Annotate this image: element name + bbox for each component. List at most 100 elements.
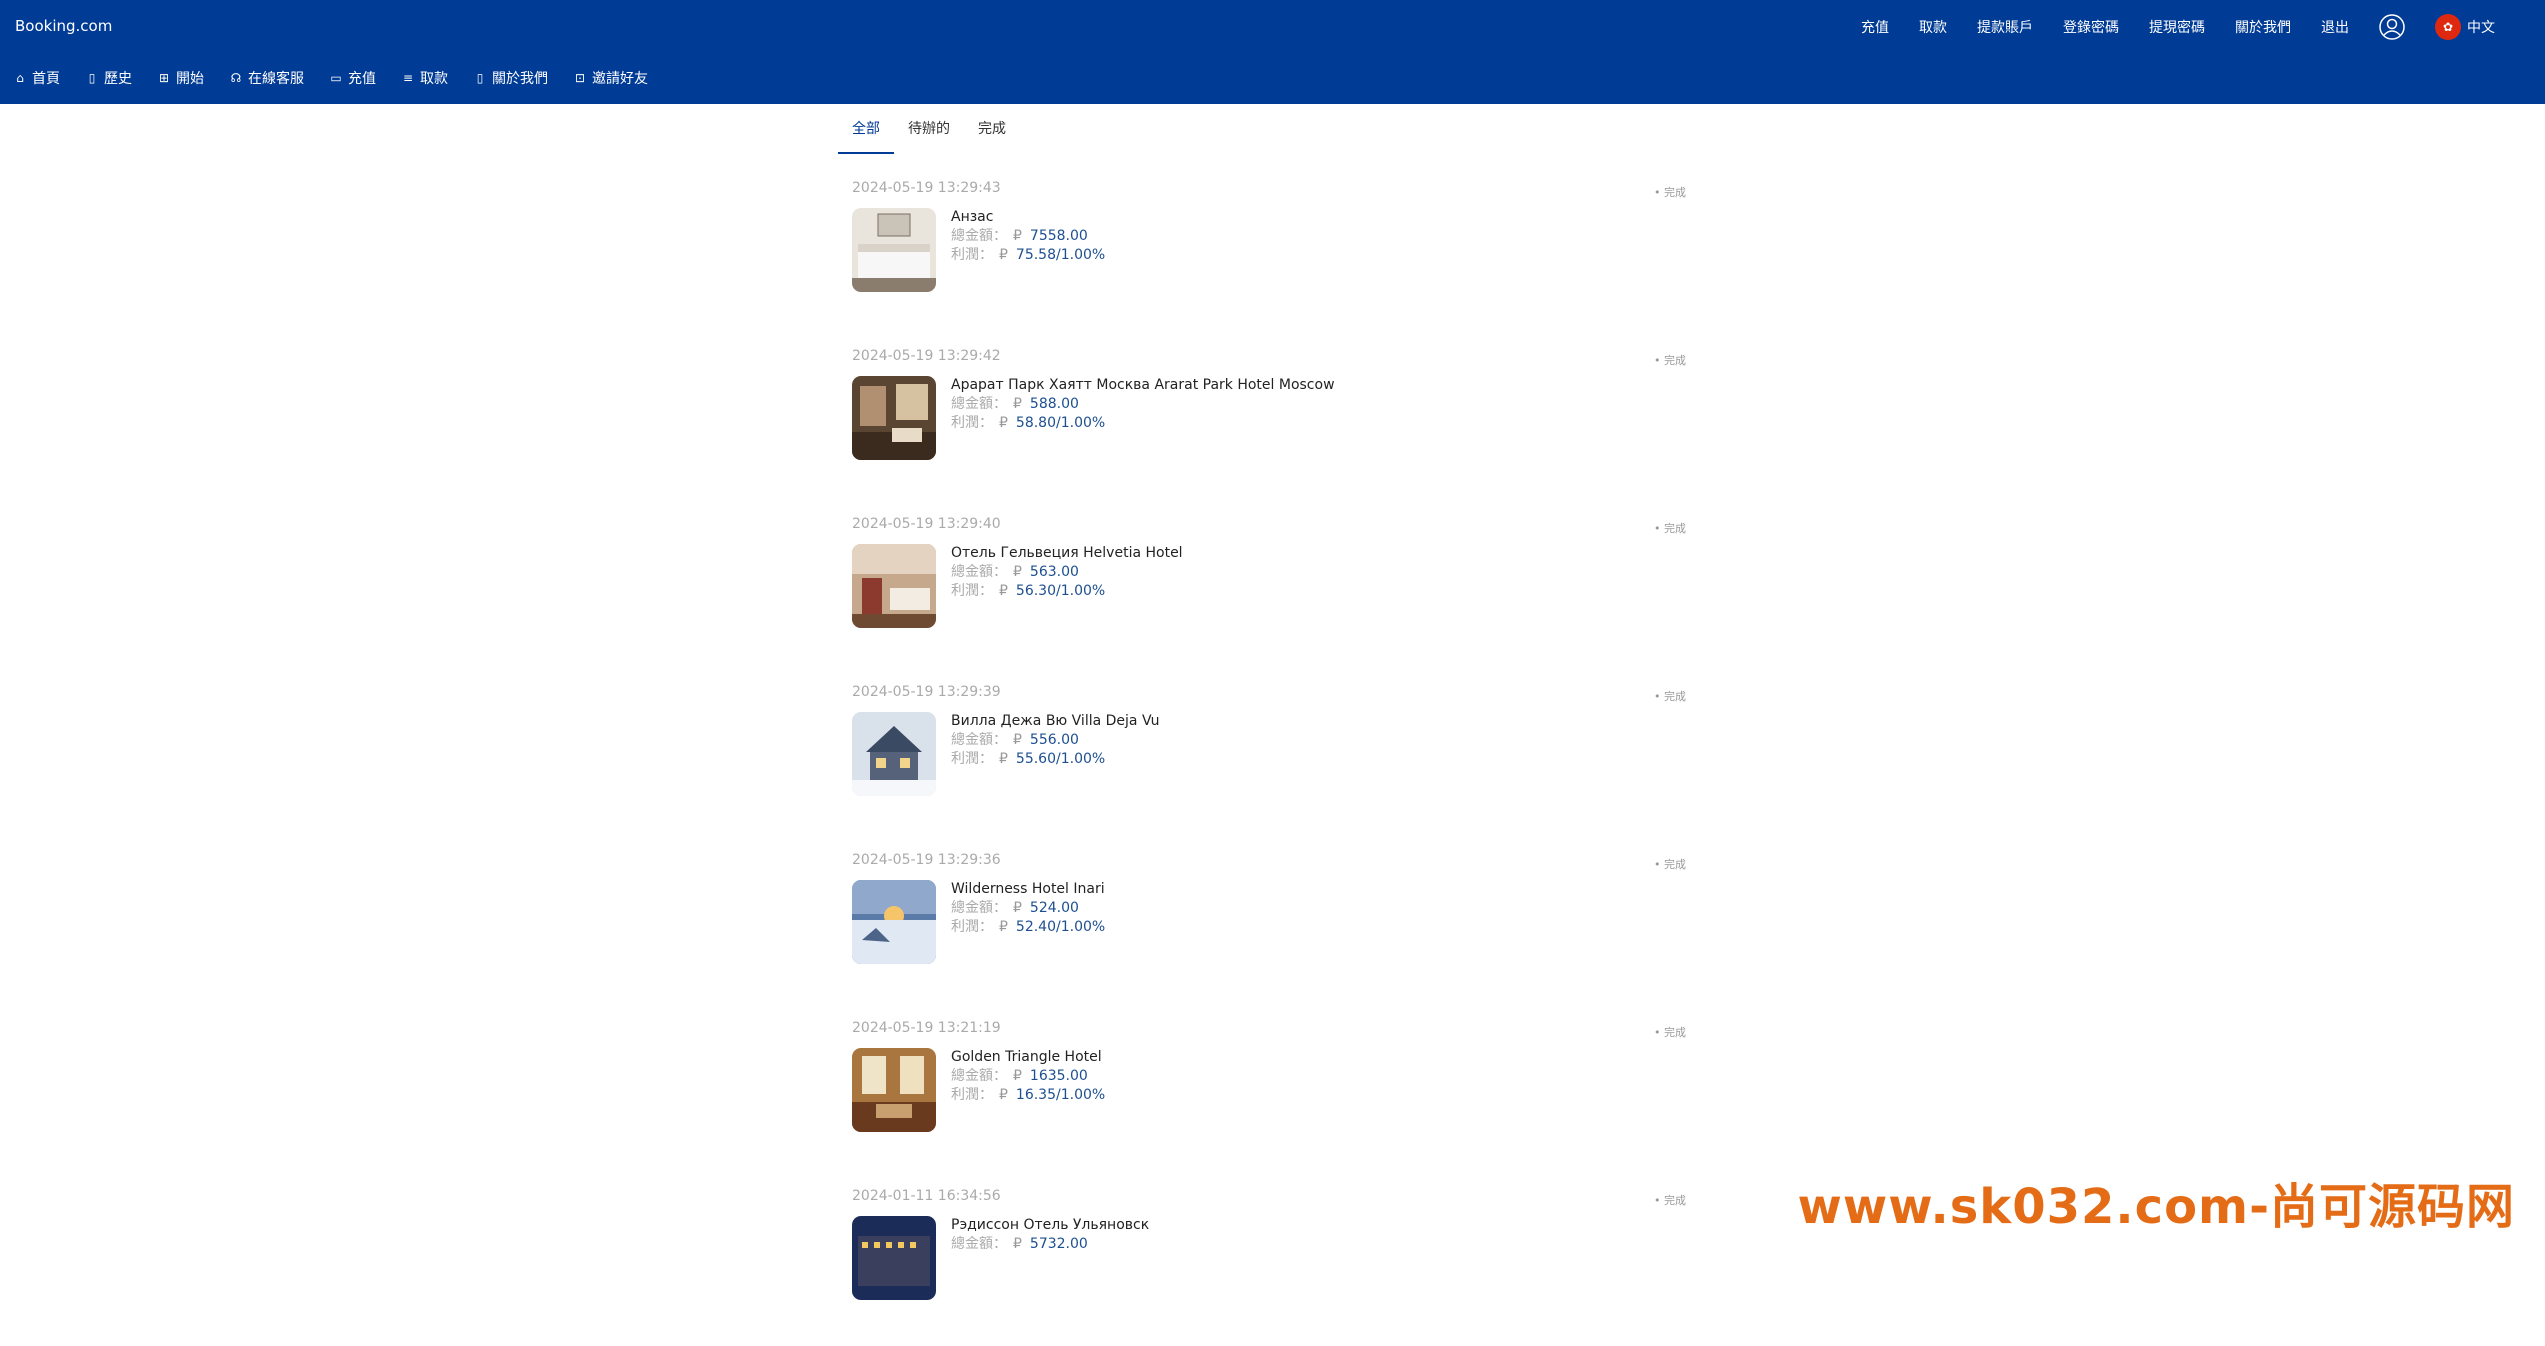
- user-icon[interactable]: [2379, 14, 2405, 40]
- hotel-thumbnail: [852, 712, 936, 796]
- total-value: 563.00: [1029, 564, 1079, 580]
- top-menu-logout[interactable]: 退出: [2321, 17, 2349, 37]
- tab-pending[interactable]: 待辦的: [894, 104, 964, 152]
- order-status: • 完成: [1654, 858, 1686, 871]
- total-value: 588.00: [1029, 396, 1079, 412]
- nav-start[interactable]: ⊞ 開始: [158, 68, 204, 88]
- nav-invite[interactable]: ⊡ 邀請好友: [574, 68, 648, 88]
- gift-icon: ⊡: [574, 71, 586, 85]
- order-tabs: 全部 待辦的 完成: [838, 104, 1688, 154]
- total-amount-row: 總金額： ₽5732.00: [951, 1235, 1149, 1254]
- profit-row: 利潤： ₽16.35/1.00%: [951, 1086, 1105, 1105]
- language-label: 中文: [2467, 20, 2495, 36]
- currency-symbol: ₽: [999, 919, 1008, 935]
- total-value: 5732.00: [1029, 1236, 1088, 1252]
- profit-value: 16.35/1.00%: [1015, 1087, 1106, 1103]
- headset-icon: ☊: [230, 71, 242, 85]
- profit-row: 利潤： ₽75.58/1.00%: [951, 246, 1105, 265]
- total-amount-row: 總金額： ₽7558.00: [951, 227, 1105, 246]
- info-doc-icon: ▯: [476, 71, 484, 85]
- currency-symbol: ₽: [1013, 1236, 1022, 1252]
- nav-withdraw[interactable]: ≡ 取款: [402, 68, 448, 88]
- order-status: • 完成: [1654, 1026, 1686, 1039]
- hotel-thumbnail: [852, 376, 936, 460]
- total-amount-row: 總金額： ₽588.00: [951, 395, 1335, 414]
- currency-symbol: ₽: [999, 583, 1008, 599]
- profit-label: 利潤：: [951, 583, 993, 599]
- hotel-thumbnail: [852, 1216, 936, 1300]
- total-label: 總金額：: [951, 228, 1007, 244]
- total-label: 總金額：: [951, 396, 1007, 412]
- total-label: 總金額：: [951, 1068, 1007, 1084]
- hotel-thumbnail: [852, 880, 936, 964]
- tab-all[interactable]: 全部: [838, 104, 894, 154]
- total-value: 524.00: [1029, 900, 1079, 916]
- order-time: 2024-01-11 16:34:56: [852, 1188, 1001, 1204]
- top-header: Booking.com 充值 取款 提款賬戶 登錄密碼 提現密碼 關於我們 退出…: [0, 0, 2545, 104]
- order-item[interactable]: 2024-01-11 16:34:56 • 完成 Рэдиссон Отель …: [852, 1178, 1686, 1346]
- total-label: 總金額：: [951, 1236, 1007, 1252]
- order-item[interactable]: 2024-05-19 13:29:39 • 完成 Вилла Дежа Вю V…: [852, 674, 1686, 842]
- profit-row: 利潤： ₽52.40/1.00%: [951, 918, 1105, 937]
- order-item[interactable]: 2024-05-19 13:29:40 • 完成 Отель Гельвеция…: [852, 506, 1686, 674]
- currency-symbol: ₽: [1013, 396, 1022, 412]
- top-menu-about[interactable]: 關於我們: [2235, 17, 2291, 37]
- order-item[interactable]: 2024-05-19 13:21:19 • 完成 Golden Triangle…: [852, 1010, 1686, 1178]
- order-time: 2024-05-19 13:29:40: [852, 516, 1001, 532]
- order-status: • 完成: [1654, 690, 1686, 703]
- nav-support[interactable]: ☊ 在線客服: [230, 68, 304, 88]
- order-time: 2024-05-19 13:29:43: [852, 180, 1001, 196]
- currency-symbol: ₽: [1013, 900, 1022, 916]
- order-time: 2024-05-19 13:29:39: [852, 684, 1001, 700]
- nav-about[interactable]: ▯ 關於我們: [474, 68, 548, 88]
- order-time: 2024-05-19 13:21:19: [852, 1020, 1001, 1036]
- order-info: Рэдиссон Отель Ульяновск 總金額： ₽5732.00: [951, 1216, 1149, 1254]
- hongkong-flag-icon: ✿: [2435, 14, 2461, 40]
- profit-value: 75.58/1.00%: [1015, 247, 1106, 263]
- profit-label: 利潤：: [951, 1087, 993, 1103]
- hotel-thumbnail: [852, 544, 936, 628]
- document-icon: ▯: [88, 71, 96, 85]
- order-item[interactable]: 2024-05-19 13:29:36 • 完成 Wilderness Hote…: [852, 842, 1686, 1010]
- brand-logo[interactable]: Booking.com: [15, 17, 112, 35]
- currency-symbol: ₽: [999, 751, 1008, 767]
- profit-row: 利潤： ₽56.30/1.00%: [951, 582, 1183, 601]
- top-menu-withdraw-password[interactable]: 提現密碼: [2149, 17, 2205, 37]
- currency-symbol: ₽: [1013, 732, 1022, 748]
- sub-navigation: ⌂ 首頁 ▯ 歷史 ⊞ 開始 ☊ 在線客服 ▭ 充值 ≡ 取款 ▯ 關於我們 ⊡ 邀請好友: [14, 68, 648, 88]
- profit-row: 利潤： ₽55.60/1.00%: [951, 750, 1159, 769]
- hotel-name: Вилла Дежа Вю Villa Deja Vu: [951, 713, 1160, 729]
- hotel-name: Рэдиссон Отель Ульяновск: [951, 1217, 1150, 1233]
- database-icon: ≡: [402, 71, 414, 85]
- order-info: Вилла Дежа Вю Villa Deja Vu 總金額： ₽556.00 …: [951, 712, 1159, 769]
- total-label: 總金額：: [951, 732, 1007, 748]
- total-label: 總金額：: [951, 900, 1007, 916]
- hotel-name: Wilderness Hotel Inari: [951, 881, 1105, 897]
- nav-history[interactable]: ▯ 歷史: [86, 68, 132, 88]
- order-info: Арарат Парк Хаятт Москва Ararat Park Hot…: [951, 376, 1335, 433]
- profit-value: 52.40/1.00%: [1015, 919, 1106, 935]
- watermark: www.sk032.com-尚可源码网: [1797, 1179, 2515, 1235]
- profit-value: 58.80/1.00%: [1015, 415, 1106, 431]
- language-selector[interactable]: ✿ 中文: [2435, 14, 2495, 40]
- top-menu: 充值 取款 提款賬戶 登錄密碼 提現密碼 關於我們 退出 ✿ 中文: [1861, 14, 2495, 40]
- hotel-name: Анзас: [951, 209, 994, 225]
- currency-symbol: ₽: [1013, 564, 1022, 580]
- top-menu-login-password[interactable]: 登錄密碼: [2063, 17, 2119, 37]
- hotel-thumbnail: [852, 208, 936, 292]
- order-status: • 完成: [1654, 186, 1686, 199]
- total-value: 556.00: [1029, 732, 1079, 748]
- order-status: • 完成: [1654, 1194, 1686, 1207]
- order-time: 2024-05-19 13:29:42: [852, 348, 1001, 364]
- tab-completed[interactable]: 完成: [964, 104, 1020, 152]
- nav-home[interactable]: ⌂ 首頁: [14, 68, 60, 88]
- top-menu-withdraw[interactable]: 取款: [1919, 17, 1947, 37]
- top-menu-recharge[interactable]: 充值: [1861, 17, 1889, 37]
- order-info: Wilderness Hotel Inari 總金額： ₽524.00 利潤： ₽5…: [951, 880, 1105, 937]
- order-item[interactable]: 2024-05-19 13:29:42 • 完成 Арарат Парк Хая…: [852, 338, 1686, 506]
- wallet-icon: ▭: [330, 71, 342, 85]
- profit-row: 利潤： ₽58.80/1.00%: [951, 414, 1335, 433]
- order-item[interactable]: 2024-05-19 13:29:43 • 完成 Анзас 總金額： ₽7558…: [852, 170, 1686, 338]
- nav-recharge[interactable]: ▭ 充值: [330, 68, 376, 88]
- top-menu-withdraw-account[interactable]: 提款賬戶: [1977, 17, 2033, 37]
